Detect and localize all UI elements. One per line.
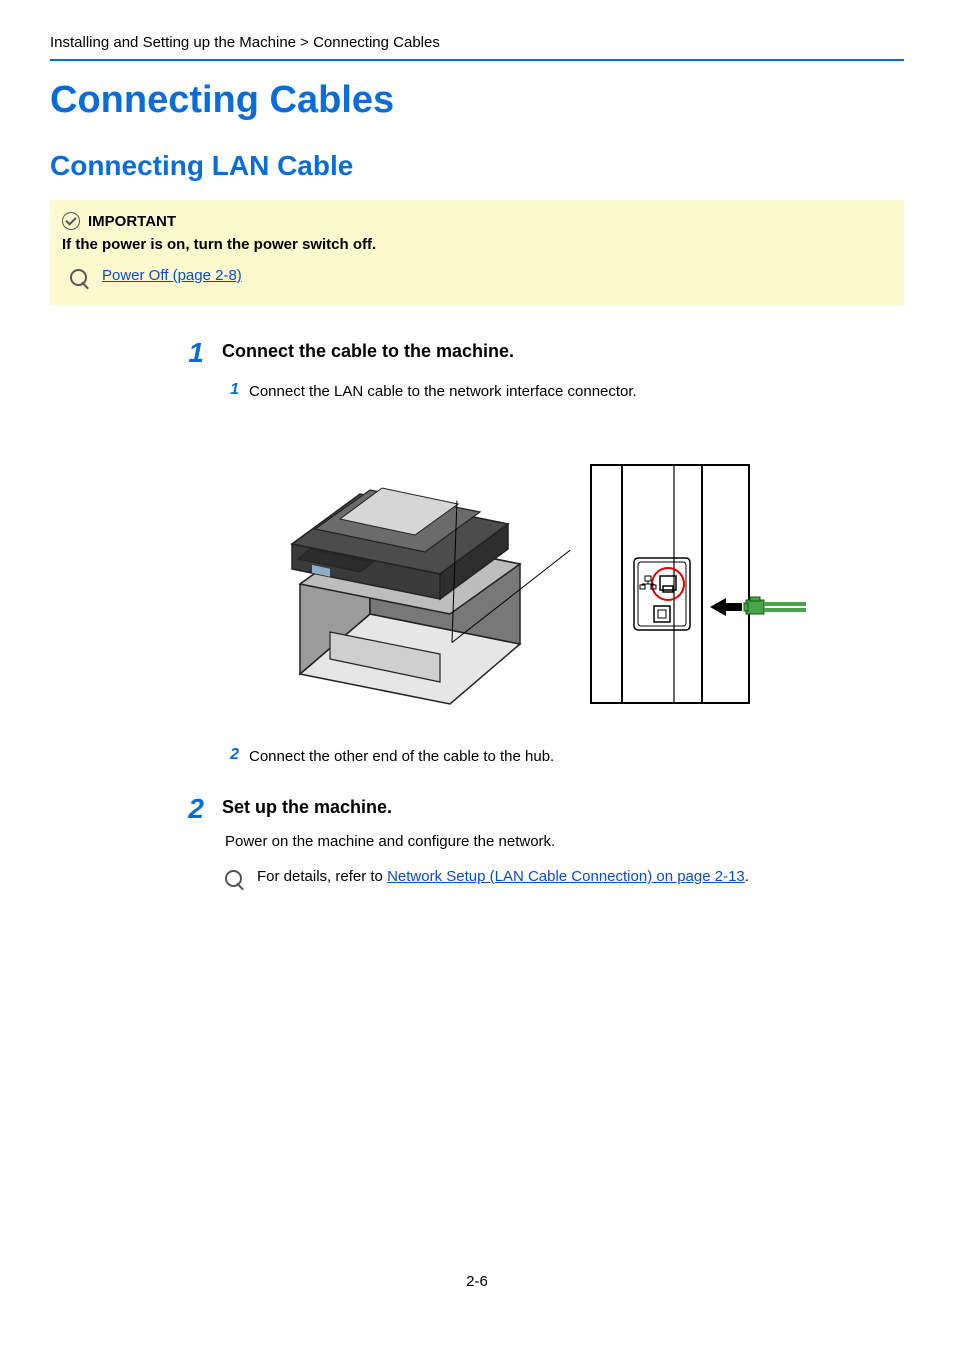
reference-row: For details, refer to Network Setup (LAN… <box>225 868 904 890</box>
substep-text: Connect the other end of the cable to th… <box>249 746 554 767</box>
substep-number: 1 <box>225 381 239 402</box>
magnifier-icon <box>70 269 90 289</box>
note-label: IMPORTANT <box>88 213 176 230</box>
lan-cable-arrow <box>710 594 806 620</box>
ref-prefix: For details, refer to <box>257 868 387 885</box>
ref-suffix: . <box>745 868 749 885</box>
printer-illustration <box>270 424 550 724</box>
section-title: Connecting LAN Cable <box>50 150 904 182</box>
step-number: 2 <box>180 795 204 823</box>
magnifier-icon <box>225 870 245 890</box>
note-body: If the power is on, turn the power switc… <box>62 236 890 253</box>
step-title: Connect the cable to the machine. <box>222 339 514 367</box>
power-off-link[interactable]: Power Off (page 2-8) <box>102 267 242 284</box>
breadcrumb: Installing and Setting up the Machine > … <box>50 30 904 59</box>
substep-1-2: 2 Connect the other end of the cable to … <box>225 746 904 767</box>
substep-text: Connect the LAN cable to the network int… <box>249 381 637 402</box>
page-number: 2-6 <box>0 1273 954 1290</box>
inset-panel <box>590 464 750 704</box>
page-title: Connecting Cables <box>50 79 904 122</box>
step-title: Set up the machine. <box>222 795 392 823</box>
substep-1-1: 1 Connect the LAN cable to the network i… <box>225 381 904 402</box>
check-icon <box>62 212 80 230</box>
network-setup-link[interactable]: Network Setup (LAN Cable Connection) on … <box>387 868 745 885</box>
step-number: 1 <box>180 339 204 367</box>
important-note: IMPORTANT If the power is on, turn the p… <box>50 200 904 305</box>
step-2: 2 Set up the machine. <box>180 795 904 823</box>
printer-figure <box>270 424 750 724</box>
substep-number: 2 <box>225 746 239 767</box>
divider <box>50 59 904 61</box>
step-1: 1 Connect the cable to the machine. <box>180 339 904 367</box>
step-body: Power on the machine and configure the n… <box>225 833 904 850</box>
